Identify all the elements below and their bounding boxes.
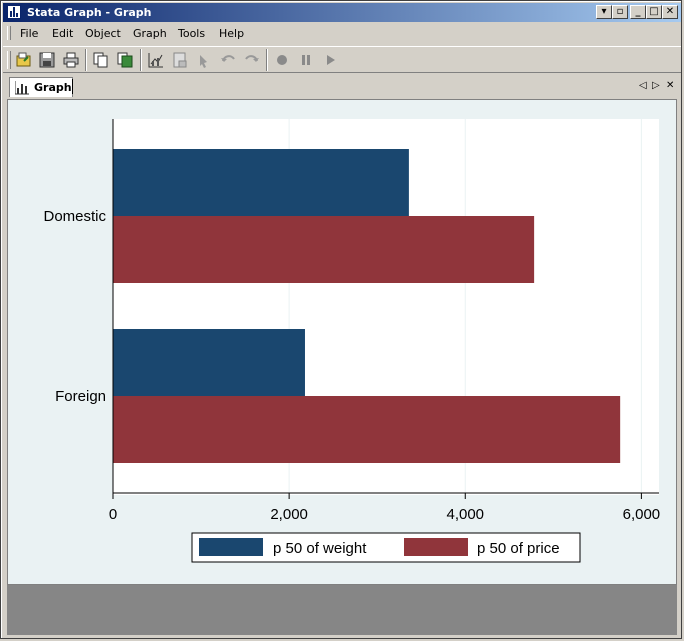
play-button[interactable] — [319, 50, 341, 70]
toolbar-separator — [140, 49, 142, 71]
properties-button[interactable] — [169, 50, 191, 70]
print-icon — [63, 52, 79, 68]
menu-edit[interactable]: Edit — [52, 27, 73, 41]
pointer-icon — [200, 55, 207, 68]
copy-button[interactable] — [90, 50, 112, 70]
stata-graph-icon — [7, 5, 21, 19]
export-button[interactable] — [114, 50, 136, 70]
graph-panel: Domestic Foreign 0 2,000 4,000 6,000 p 50 of w… — [7, 99, 677, 585]
print-button[interactable] — [60, 50, 82, 70]
menu-grip — [7, 26, 11, 40]
record-button[interactable] — [271, 50, 293, 70]
chevron-down-icon: ▾ — [601, 6, 607, 17]
menu-file[interactable]: File — [20, 27, 38, 41]
bottom-panel — [7, 585, 677, 635]
pointer-button[interactable] — [193, 50, 215, 70]
properties-icon — [173, 52, 187, 68]
bar-chart: Domestic Foreign 0 2,000 4,000 6,000 p 50 of w… — [43, 119, 661, 563]
restore-button[interactable]: ▫ — [612, 5, 628, 19]
undo-button[interactable] — [217, 50, 239, 70]
close-button[interactable]: ✕ — [662, 5, 678, 19]
save-button[interactable] — [36, 50, 58, 70]
play-icon — [327, 55, 335, 65]
restore-menu-button[interactable]: ▾ — [596, 5, 612, 19]
close-icon: ✕ — [665, 6, 675, 17]
tab-scroll-left-icon[interactable]: ◁ — [639, 80, 647, 92]
text-cursor — [72, 79, 73, 94]
category-label: Domestic — [43, 208, 106, 225]
title-bar[interactable]: Stata Graph - Graph ▾ ▫ _ □ ✕ — [3, 3, 681, 22]
legend-label: p 50 of weight — [273, 540, 367, 557]
bar — [113, 216, 535, 283]
graph-editor-icon — [148, 53, 163, 68]
tab-graph-label: Graph — [34, 81, 72, 94]
toolbar-separator — [266, 49, 268, 71]
bar-chart-icon — [15, 81, 29, 95]
legend-label: p 50 of price — [477, 540, 560, 557]
tab-strip: Graph ◁ ▷ ✕ — [6, 76, 680, 98]
menu-tools[interactable]: Tools — [178, 27, 205, 41]
tab-scroll-right-icon[interactable]: ▷ — [652, 80, 660, 92]
toolbar-separator — [85, 49, 87, 71]
menu-object[interactable]: Object — [85, 27, 121, 41]
menu-bar: File Edit Object Graph Tools Help — [3, 25, 681, 43]
maximize-icon: □ — [649, 6, 659, 17]
bar — [113, 149, 409, 216]
pause-button[interactable] — [295, 50, 317, 70]
category-label: Foreign — [55, 388, 106, 405]
minimize-icon: _ — [635, 6, 641, 17]
maximize-button[interactable]: □ — [646, 5, 662, 19]
save-icon — [39, 52, 55, 68]
legend-swatch — [199, 538, 263, 556]
pause-icon — [302, 55, 310, 65]
x-tick-label: 6,000 — [623, 506, 661, 523]
undo-icon — [221, 55, 235, 62]
menu-help[interactable]: Help — [219, 27, 244, 41]
export-icon — [117, 52, 133, 68]
graph-editor-button[interactable] — [145, 50, 167, 70]
redo-button[interactable] — [241, 50, 263, 70]
record-icon — [277, 55, 287, 65]
bar — [113, 329, 305, 396]
open-button[interactable] — [13, 50, 35, 70]
x-tick-label: 4,000 — [446, 506, 484, 523]
bar — [113, 396, 621, 463]
minimize-button[interactable]: _ — [630, 5, 646, 19]
x-tick-label: 2,000 — [270, 506, 308, 523]
restore-icon: ▫ — [616, 6, 624, 17]
tab-graph[interactable]: Graph — [9, 77, 73, 97]
tab-close-icon[interactable]: ✕ — [666, 80, 674, 92]
x-tick-label: 0 — [109, 506, 117, 523]
copy-icon — [93, 52, 108, 68]
toolbar-grip — [7, 51, 11, 69]
legend-swatch — [404, 538, 468, 556]
open-icon — [16, 52, 31, 67]
menu-graph[interactable]: Graph — [133, 27, 167, 41]
redo-icon — [245, 55, 259, 62]
toolbar — [3, 46, 681, 73]
window-title: Stata Graph - Graph — [27, 6, 152, 19]
